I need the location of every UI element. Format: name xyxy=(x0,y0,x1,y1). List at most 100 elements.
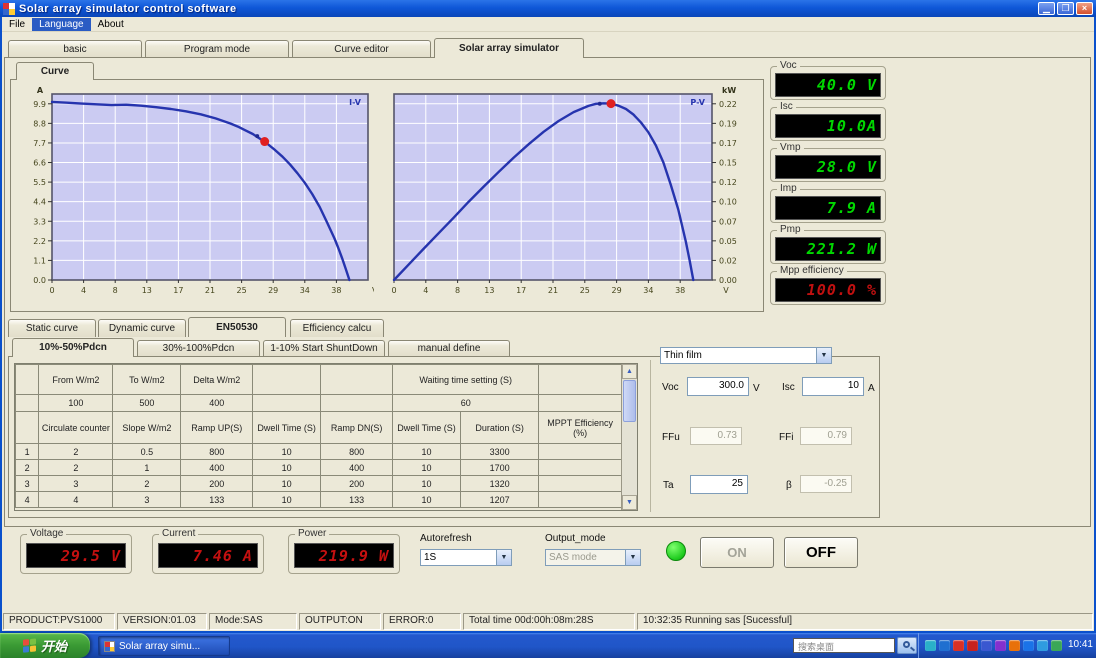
table-cell[interactable] xyxy=(320,394,394,412)
table-cell[interactable]: 800 xyxy=(320,443,394,460)
table-cell[interactable] xyxy=(538,475,622,492)
table-cell[interactable]: 10 xyxy=(252,459,322,476)
table-cell[interactable]: 400 xyxy=(320,459,394,476)
tray-icon-4[interactable] xyxy=(967,640,978,651)
table-cell[interactable] xyxy=(538,394,622,412)
autorefresh-select[interactable]: 1S ▼ xyxy=(420,549,512,566)
off-button[interactable]: OFF xyxy=(784,537,858,568)
table-cell[interactable] xyxy=(538,459,622,476)
table-cell[interactable]: 100 xyxy=(38,394,114,412)
tab-10-50-pdcn[interactable]: 10%-50%Pdcn xyxy=(12,338,134,357)
table-cell[interactable]: 10 xyxy=(392,459,461,476)
table-cell[interactable]: 1320 xyxy=(459,475,540,492)
tab-basic[interactable]: basic xyxy=(8,40,142,58)
table-cell[interactable]: 2 xyxy=(38,443,114,460)
tab-efficiency-calcu[interactable]: Efficiency calcu xyxy=(290,319,384,337)
table-cell[interactable]: 2 xyxy=(14,459,40,476)
table-cell[interactable]: 1207 xyxy=(459,491,540,508)
maximize-icon[interactable]: ❐ xyxy=(1057,2,1074,15)
tray-icon-7[interactable] xyxy=(1009,640,1020,651)
tab-manual-define[interactable]: manual define xyxy=(388,340,510,357)
minimize-icon[interactable]: ▁ xyxy=(1038,2,1055,15)
table-cell[interactable]: 200 xyxy=(320,475,394,492)
ffu-input[interactable]: 0.73 xyxy=(690,427,742,445)
table-cell[interactable]: 1 xyxy=(14,443,40,460)
menu-language[interactable]: Language xyxy=(32,17,91,31)
table-cell[interactable]: 3 xyxy=(112,491,182,508)
table-cell[interactable]: 1700 xyxy=(459,459,540,476)
close-icon[interactable]: × xyxy=(1076,2,1093,15)
table-cell[interactable]: 3300 xyxy=(459,443,540,460)
tray-icon-8[interactable] xyxy=(1023,640,1034,651)
tab-curve-editor[interactable]: Curve editor xyxy=(292,40,431,58)
table-cell[interactable]: 3 xyxy=(14,475,40,492)
isc-input[interactable]: 10 xyxy=(802,377,864,396)
table-cell[interactable]: 400 xyxy=(180,394,254,412)
table-cell[interactable]: 500 xyxy=(112,394,182,412)
tab-program-mode[interactable]: Program mode xyxy=(145,40,289,58)
on-button[interactable]: ON xyxy=(700,537,774,568)
desktop-search-input[interactable]: 搜索桌面 xyxy=(793,638,895,653)
beta-input[interactable]: -0.25 xyxy=(800,475,852,493)
menu-about[interactable]: About xyxy=(91,18,131,31)
table-cell[interactable] xyxy=(14,394,40,412)
table-cell[interactable]: 200 xyxy=(180,475,254,492)
tab-curve[interactable]: Curve xyxy=(16,62,94,80)
tab-dynamic-curve[interactable]: Dynamic curve xyxy=(98,319,186,337)
table-cell[interactable]: 133 xyxy=(320,491,394,508)
tray-icon-9[interactable] xyxy=(1037,640,1048,651)
table-cell[interactable] xyxy=(538,443,622,460)
output-mode-select[interactable]: SAS mode ▼ xyxy=(545,549,641,566)
tray-icon-5[interactable] xyxy=(981,640,992,651)
tab-solar-array-simulator[interactable]: Solar array simulator xyxy=(434,38,584,58)
tab-start-shuntdown[interactable]: 1-10% Start ShuntDown xyxy=(263,340,385,357)
table-cell[interactable]: 10 xyxy=(392,491,461,508)
scroll-up-icon[interactable]: ▲ xyxy=(622,364,637,379)
taskbar-app-button[interactable]: Solar array simu... xyxy=(98,636,230,656)
tray-icon-1[interactable] xyxy=(925,640,936,651)
table-cell[interactable]: 60 xyxy=(392,394,540,412)
table-cell[interactable]: 4 xyxy=(14,491,40,508)
tab-en50530[interactable]: EN50530 xyxy=(188,317,286,337)
pv-type-select[interactable]: Thin film ▼ xyxy=(660,347,832,364)
menu-file[interactable]: File xyxy=(2,18,32,31)
tab-30-100-pdcn[interactable]: 30%-100%Pdcn xyxy=(137,340,260,357)
table-cell[interactable]: 10 xyxy=(392,443,461,460)
table-cell[interactable]: 1 xyxy=(112,459,182,476)
voc-input[interactable]: 300.0 xyxy=(687,377,749,396)
search-icon[interactable] xyxy=(897,637,917,654)
table-cell[interactable]: 2 xyxy=(38,459,114,476)
mpp-marker[interactable] xyxy=(606,99,616,109)
table-cell[interactable]: 10 xyxy=(252,443,322,460)
table-cell[interactable] xyxy=(252,394,322,412)
chevron-down-icon[interactable]: ▼ xyxy=(625,550,640,565)
table-cell[interactable]: 400 xyxy=(180,459,254,476)
table-cell[interactable]: 800 xyxy=(180,443,254,460)
ta-input[interactable]: 25 xyxy=(690,475,748,494)
chevron-down-icon[interactable]: ▼ xyxy=(496,550,511,565)
table-cell[interactable]: 10 xyxy=(392,475,461,492)
table-cell[interactable]: 10 xyxy=(252,475,322,492)
table-cell[interactable]: 0.5 xyxy=(112,443,182,460)
table-cell[interactable]: 133 xyxy=(180,491,254,508)
tray-icon-3[interactable] xyxy=(953,640,964,651)
scroll-down-icon[interactable]: ▼ xyxy=(622,495,637,510)
tray-icon-2[interactable] xyxy=(939,640,950,651)
chevron-down-icon[interactable]: ▼ xyxy=(816,348,831,363)
tray-icon-6[interactable] xyxy=(995,640,1006,651)
scroll-thumb[interactable] xyxy=(623,380,636,422)
tray-icon-10[interactable] xyxy=(1051,640,1062,651)
table-scrollbar[interactable]: ▲ ▼ xyxy=(621,364,637,510)
tab-static-curve[interactable]: Static curve xyxy=(8,319,96,337)
svg-text:V: V xyxy=(372,286,374,295)
table-cell[interactable] xyxy=(538,491,622,508)
mpp-marker[interactable] xyxy=(260,137,270,147)
table-cell[interactable]: 2 xyxy=(112,475,182,492)
table-cell[interactable]: 3 xyxy=(38,475,114,492)
ffi-input[interactable]: 0.79 xyxy=(800,427,852,445)
menu-bar: File Language About xyxy=(2,17,1094,32)
table-cell[interactable]: 10 xyxy=(252,491,322,508)
start-button[interactable]: 开始 xyxy=(0,633,90,658)
table-cell[interactable]: 4 xyxy=(38,491,114,508)
taskbar-clock[interactable]: 10:41 xyxy=(1068,639,1093,650)
